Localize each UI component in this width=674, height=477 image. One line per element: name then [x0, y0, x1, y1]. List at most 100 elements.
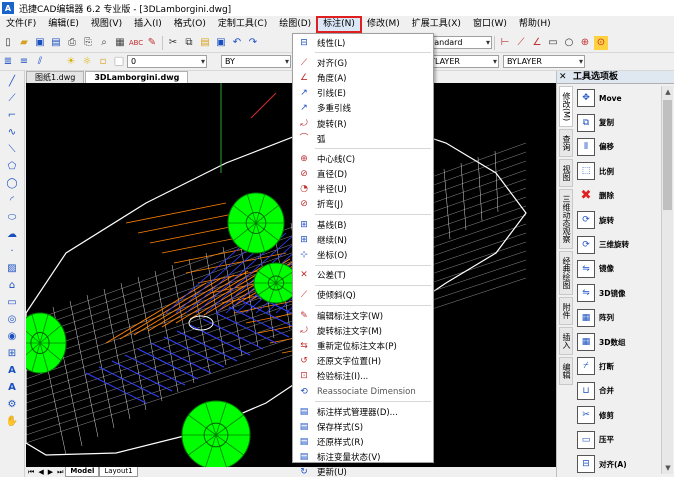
menu-help[interactable]: 帮助(H) — [513, 17, 557, 32]
circle-tool-icon[interactable]: ○ — [562, 36, 576, 50]
palette-tab-view[interactable]: 视图 — [559, 159, 573, 188]
dimension-menu-item[interactable]: ▤ 标注样式管理器(D)... — [293, 404, 433, 419]
menu-extension-tools[interactable]: 扩展工具(X) — [406, 17, 467, 32]
angular-dim-tool-icon[interactable]: ∠ — [530, 36, 544, 50]
pan-hand-icon[interactable]: ✋ — [5, 415, 20, 428]
tool-palette-scrollbar[interactable]: ▲ ▼ — [661, 86, 673, 474]
match-properties-icon[interactable]: ✎ — [145, 36, 159, 50]
menu-insert[interactable]: 插入(I) — [128, 17, 168, 32]
dimension-menu-item[interactable]: ⊟ 线性(L) — [293, 35, 433, 50]
palette-tab-3d-orbit[interactable]: 三维动态观察 — [559, 189, 573, 250]
nav-prev-icon[interactable]: ◀ — [36, 468, 45, 476]
dimension-menu-item[interactable]: ⊞ 基线(B) — [293, 217, 433, 232]
palette-tool[interactable]: ✥ Move — [575, 86, 659, 110]
ellipse-tool-icon[interactable]: ⬭ — [5, 211, 20, 224]
palette-tool[interactable]: ⊟ 对齐(A) — [575, 452, 659, 474]
region-tool-icon[interactable]: ⌂ — [5, 279, 20, 292]
save-as-icon[interactable]: ▤ — [49, 36, 63, 50]
dimension-menu-item[interactable]: ↗ 多重引线 — [293, 101, 433, 116]
palette-tab-classic-draw[interactable]: 经典绘图 — [559, 251, 573, 296]
dimension-menu-item[interactable]: ⊘ 折弯(J) — [293, 197, 433, 212]
layer-previous-icon[interactable]: ⫽ — [33, 55, 47, 69]
palette-tool[interactable]: ✂ 修剪 — [575, 403, 659, 427]
new-file-icon[interactable]: ▯ — [1, 36, 15, 50]
dimension-menu-item[interactable]: ⊞ 继续(N) — [293, 232, 433, 247]
dimension-menu-item[interactable]: ◔ 半径(U) — [293, 182, 433, 197]
line-tool-icon[interactable]: ╱ — [5, 75, 20, 88]
menu-view[interactable]: 视图(V) — [85, 17, 128, 32]
cut-icon[interactable]: ✂ — [166, 36, 180, 50]
block-insert-icon[interactable]: ⚙ — [5, 398, 20, 411]
nav-last-icon[interactable]: ⏭ — [55, 468, 65, 477]
dimension-menu-item[interactable]: ⤾ 旋转标注文字(M) — [293, 323, 433, 338]
dimension-menu-item[interactable]: ⤾ 旋转(R) — [293, 116, 433, 131]
print-icon[interactable]: ⎙ — [65, 36, 79, 50]
lineweight-select[interactable]: BYLAYER — [503, 55, 585, 68]
ray-tool-icon[interactable]: ⟍ — [5, 143, 20, 156]
dimension-menu-item[interactable]: ▤ 标注变量状态(V) — [293, 450, 433, 465]
zoom-preview-icon[interactable]: ⌕ — [97, 36, 111, 50]
dimension-menu-item[interactable]: ▤ 保存样式(S) — [293, 419, 433, 434]
aligned-dim-tool-icon[interactable]: ⟋ — [514, 36, 528, 50]
table-tool-icon[interactable]: ⊞ — [5, 347, 20, 360]
dimension-menu-item[interactable]: ⟋ 使倾斜(Q) — [293, 288, 433, 303]
palette-tool[interactable]: ⟳ 三维旋转 — [575, 232, 659, 256]
polygon-tool-icon[interactable]: ⬠ — [5, 160, 20, 173]
dimension-menu-item[interactable]: ⊡ 检验标注(I)... — [293, 369, 433, 384]
palette-tool[interactable]: ✖ 删除 — [575, 184, 659, 208]
redo-icon[interactable]: ↷ — [246, 36, 260, 50]
wipeout-tool-icon[interactable]: ▭ — [5, 296, 20, 309]
palette-tool[interactable]: ▭ 压平 — [575, 427, 659, 451]
palette-tool[interactable]: ⇋ 3D镜像 — [575, 281, 659, 305]
layout-tab-model[interactable]: Model — [65, 467, 100, 477]
dimension-menu-item[interactable]: ⊘ 直径(D) — [293, 167, 433, 182]
color-select[interactable]: BY — [221, 55, 291, 68]
menu-file[interactable]: 文件(F) — [0, 17, 42, 32]
layer-state-icon[interactable]: ≡ — [17, 55, 31, 69]
object-snap-icon[interactable]: ⊙ — [594, 35, 608, 50]
layer-select[interactable]: 0 — [127, 55, 207, 68]
linear-dim-tool-icon[interactable]: ⊢ — [498, 36, 512, 50]
spellcheck-icon[interactable]: ABC — [129, 36, 143, 50]
dimension-menu-item[interactable]: ⟋ 对齐(G) — [293, 55, 433, 70]
palette-tool[interactable]: ▦ 3D数组 — [575, 330, 659, 354]
arc-tool-icon[interactable]: ◜ — [5, 194, 20, 207]
menu-window[interactable]: 窗口(W) — [467, 17, 513, 32]
dimension-menu-item[interactable]: ⇆ 重新定位标注文本(P) — [293, 338, 433, 353]
open-file-icon[interactable]: ▰ — [17, 36, 31, 50]
donut-tool-icon[interactable]: ◎ — [5, 313, 20, 326]
layout-tab-layout1[interactable]: Layout1 — [99, 467, 138, 477]
dimension-menu-item[interactable]: ▤ 还原样式(R) — [293, 435, 433, 450]
palette-tool[interactable]: ⧉ 复制 — [575, 110, 659, 134]
print-preview-icon[interactable]: ⎘ — [81, 36, 95, 50]
dimension-menu-item[interactable]: ⌒ 弧 — [293, 131, 433, 146]
palette-tool[interactable]: ⫴ 偏移 — [575, 135, 659, 159]
palette-tool[interactable]: ⬚ 比例 — [575, 159, 659, 183]
dimension-menu-item[interactable]: ⟲ Reassociate Dimension — [293, 384, 433, 399]
dimension-menu-item[interactable]: ↗ 引线(E) — [293, 86, 433, 101]
paste-icon[interactable]: ▤ — [198, 36, 212, 50]
polyline-tool-icon[interactable]: ⌐ — [5, 109, 20, 122]
menu-edit[interactable]: 编辑(E) — [42, 17, 85, 32]
scroll-up-icon[interactable]: ▲ — [662, 86, 674, 98]
snap-tool-icon[interactable]: ⊕ — [578, 36, 592, 50]
menu-custom-tools[interactable]: 定制工具(C) — [212, 17, 273, 32]
nav-first-icon[interactable]: ⏮ — [26, 468, 36, 477]
palette-tool[interactable]: ▦ 阵列 — [575, 306, 659, 330]
dimension-menu-item[interactable]: ⊹ 坐标(O) — [293, 247, 433, 262]
spline-tool-icon[interactable]: ∿ — [5, 126, 20, 139]
palette-tab-insert[interactable]: 插入 — [559, 327, 573, 356]
dimension-menu-item[interactable]: ✎ 编辑标注文字(W) — [293, 308, 433, 323]
menu-dimension[interactable]: 标注(N) — [316, 16, 362, 33]
palette-tool[interactable]: ⊔ 合并 — [575, 379, 659, 403]
palette-tab-modify[interactable]: 修改(M) — [559, 86, 573, 128]
palette-tool[interactable]: ⌿ 打断 — [575, 354, 659, 378]
dimension-menu-item[interactable]: ✕ 公差(T) — [293, 268, 433, 283]
publish-icon[interactable]: ▦ — [113, 36, 127, 50]
palette-tool[interactable]: ⇋ 镜像 — [575, 257, 659, 281]
menu-modify[interactable]: 修改(M) — [361, 17, 406, 32]
dimension-menu-item[interactable]: ↺ 还原文字位置(H) — [293, 354, 433, 369]
dimension-menu-item[interactable]: ↻ 更新(U) — [293, 465, 433, 477]
point-tool-icon[interactable]: · — [5, 245, 20, 258]
nav-next-icon[interactable]: ▶ — [46, 468, 55, 476]
